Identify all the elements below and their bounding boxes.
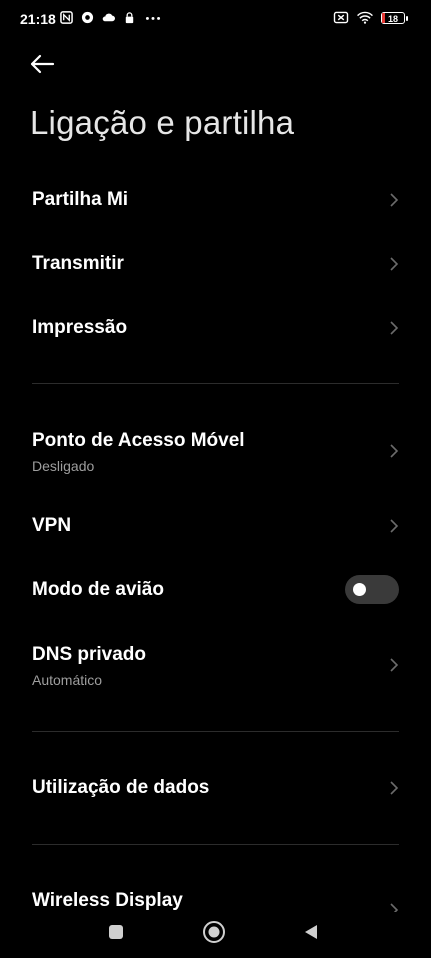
battery-icon: 18 (381, 11, 408, 24)
back-triangle-icon[interactable] (302, 923, 320, 941)
page-title: Ligação e partilha (30, 104, 295, 141)
menu-item-wireless-display[interactable]: Wireless Display (0, 872, 431, 912)
menu-item-label: VPN (32, 515, 72, 536)
menu-item-impressao[interactable]: Impressão (0, 300, 431, 356)
section-divider (32, 844, 399, 845)
no-sim-icon (333, 11, 349, 24)
recents-square-icon[interactable] (108, 924, 124, 940)
menu-item-subtitle: Automático (32, 672, 103, 688)
chevron-right-icon (390, 193, 399, 207)
toggle-knob (353, 583, 366, 596)
chevron-right-icon (390, 257, 399, 271)
menu-item-subtitle: Desligado (32, 458, 95, 474)
menu-item-label: Ponto de Acesso Móvel (32, 430, 245, 451)
section-divider (32, 731, 399, 732)
shield-icon (81, 11, 94, 24)
menu-item-airplane-mode[interactable]: Modo de avião (0, 562, 431, 618)
lock-icon (125, 12, 134, 24)
menu-item-transmitir[interactable]: Transmitir (0, 236, 431, 292)
airplane-mode-toggle[interactable] (345, 575, 399, 604)
cloud-icon (102, 13, 115, 22)
menu-item-partilha-mi[interactable]: Partilha Mi (0, 172, 431, 228)
chevron-right-icon (390, 781, 399, 795)
arrow-left-icon (30, 54, 55, 74)
menu-item-label: Impressão (32, 317, 128, 338)
menu-item-data-usage[interactable]: Utilização de dados (0, 760, 431, 816)
home-circle-icon[interactable] (202, 920, 226, 944)
menu-item-label: Transmitir (32, 253, 124, 274)
menu-item-label: Utilização de dados (32, 777, 210, 798)
status-time: 21:18 (20, 11, 56, 27)
status-bar: 21:18 18 (0, 0, 431, 40)
menu-item-private-dns[interactable]: DNS privado Automático (0, 632, 431, 696)
chevron-right-icon (390, 444, 399, 458)
chevron-right-icon (390, 658, 399, 672)
menu-item-vpn[interactable]: VPN (0, 498, 431, 554)
menu-item-label: DNS privado (32, 644, 147, 665)
section-divider (32, 383, 399, 384)
nfc-icon (60, 11, 73, 24)
status-icons-left (60, 11, 162, 24)
more-dots-icon (145, 16, 161, 20)
navigation-bar (0, 908, 431, 958)
chevron-right-icon (390, 321, 399, 335)
chevron-right-icon (390, 519, 399, 533)
menu-item-label: Partilha Mi (32, 189, 129, 210)
back-button[interactable] (26, 50, 58, 78)
menu-item-hotspot[interactable]: Ponto de Acesso Móvel Desligado (0, 418, 431, 482)
menu-item-label: Modo de avião (32, 579, 164, 600)
wifi-icon (357, 11, 373, 24)
status-icons-right: 18 (333, 11, 408, 24)
